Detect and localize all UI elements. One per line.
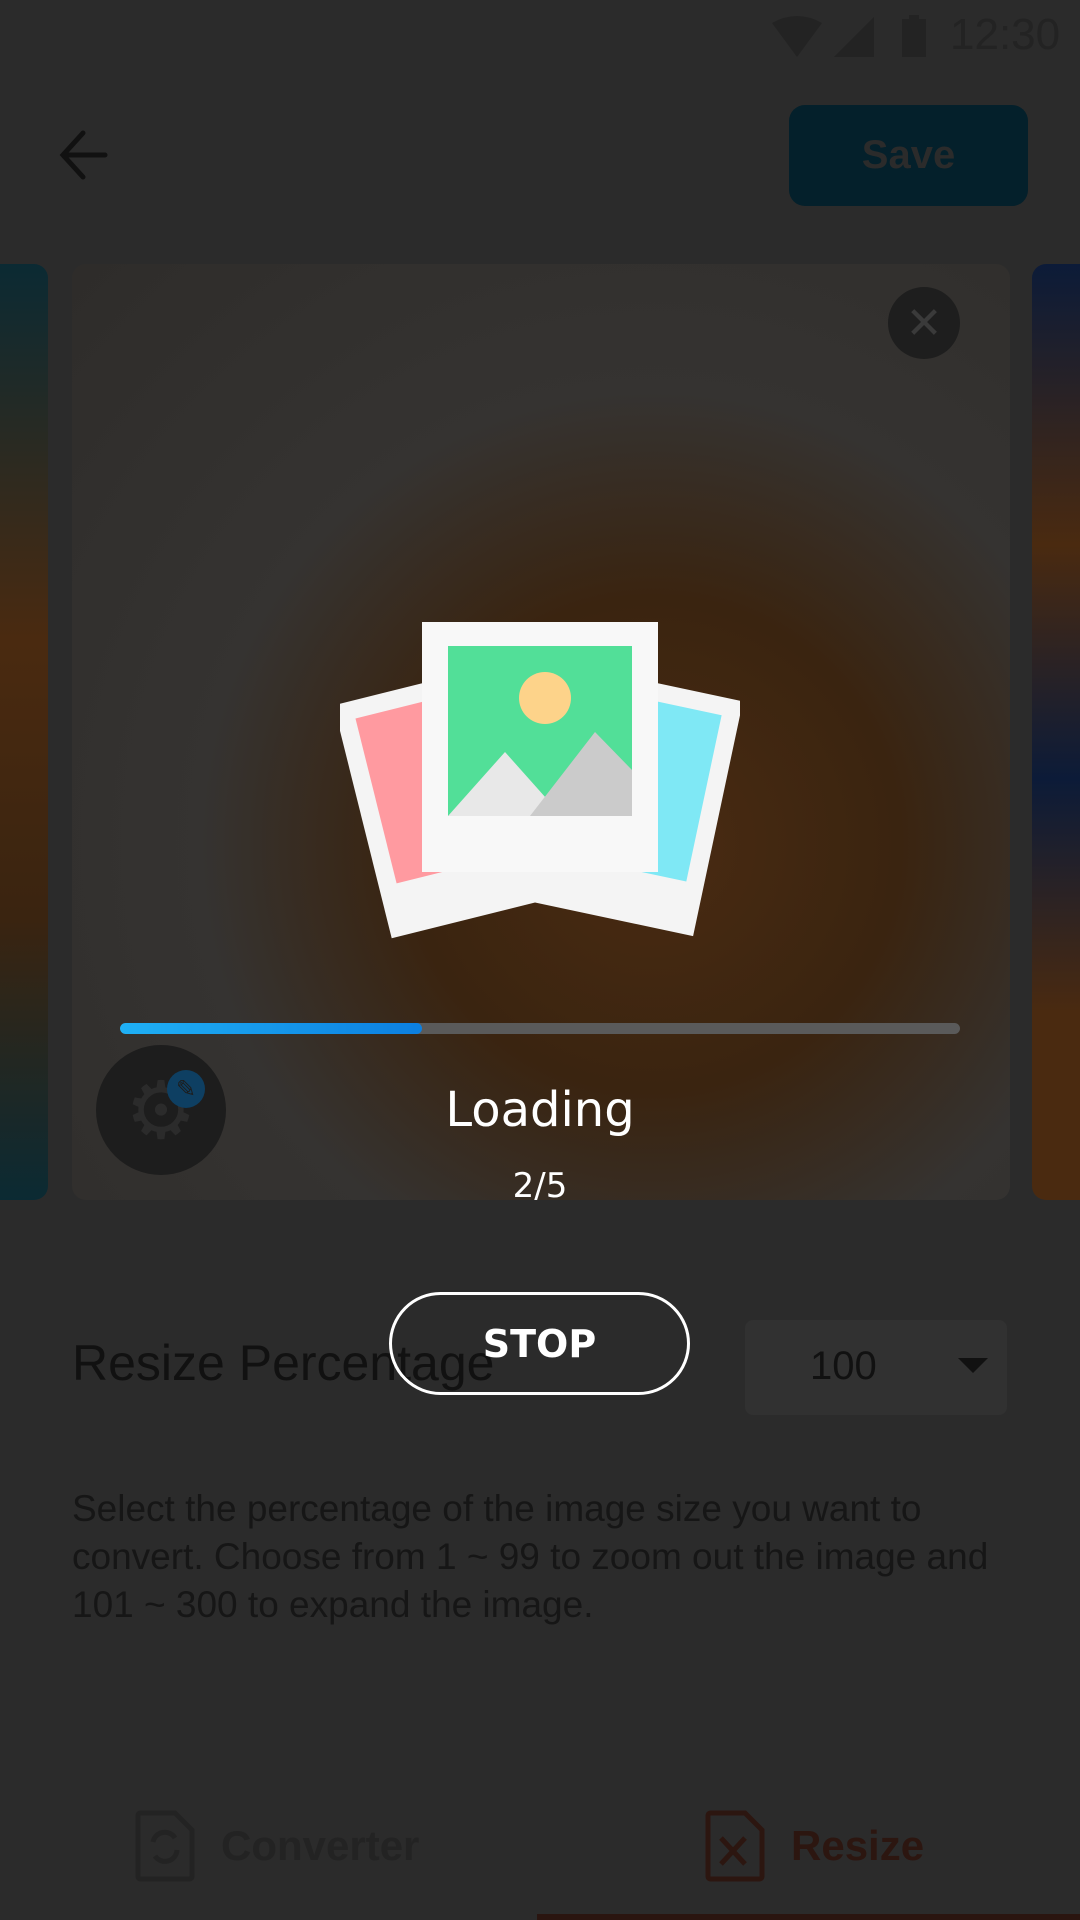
file-resize-icon [705,1810,765,1882]
photos-illustration-icon [340,622,740,939]
tab-resize-label: Resize [791,1822,925,1869]
dropdown-arrow-icon [958,1358,988,1373]
resize-description: Select the percentage of the image size … [72,1488,989,1625]
back-arrow-icon[interactable] [55,125,115,185]
tab-converter[interactable]: Converter [135,1810,419,1882]
dropdown-value: 100 [810,1344,877,1388]
image-thumbnail-next[interactable] [1032,264,1080,1200]
file-convert-icon [135,1810,195,1882]
battery-icon [902,15,926,57]
image-thumbnail-previous[interactable] [0,264,48,1200]
loading-progress-bar [120,1023,960,1034]
loading-count: 2/5 [512,1166,568,1206]
loading-progress-fill [120,1023,423,1034]
tab-resize[interactable]: Resize [705,1810,924,1882]
close-icon: ✕ [905,298,943,348]
save-button[interactable]: Save [789,105,1028,206]
signal-icon [834,17,874,57]
active-tab-indicator [537,1914,1080,1920]
status-time: 12:30 [950,10,1061,59]
tab-converter-label: Converter [221,1822,420,1869]
percentage-dropdown[interactable]: 100 [745,1320,1007,1415]
remove-image-button[interactable]: ✕ [888,287,960,359]
loading-title: Loading [445,1082,635,1138]
stop-button[interactable]: STOP [389,1292,690,1395]
wifi-icon [772,16,822,57]
